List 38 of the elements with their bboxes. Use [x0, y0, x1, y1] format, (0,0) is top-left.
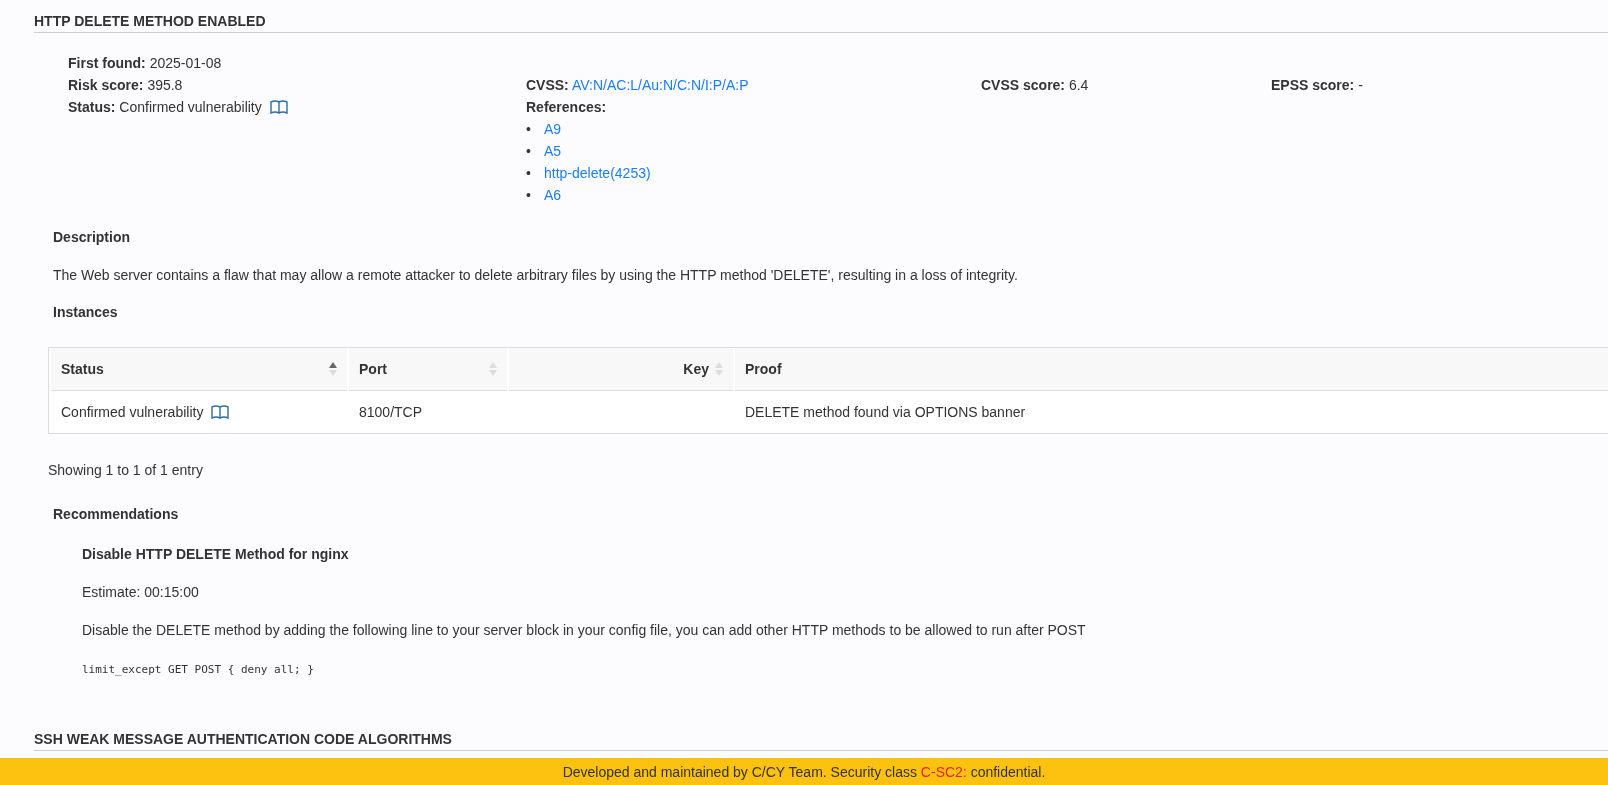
risk-score: Risk score: 395.8 [68, 77, 184, 93]
status-value: Status: Confirmed vulnerability [68, 99, 262, 115]
sort-icon[interactable] [329, 361, 337, 377]
references-label: References: [526, 99, 607, 115]
bullet: • [526, 165, 532, 181]
column-header[interactable]: Port [349, 348, 507, 391]
description-text: The Web server contains a flaw that may allow a remote attacker to delete arbitrary files by using the HTTP method 'DELETE', resulting in a loss of integrity. [52, 267, 1019, 283]
table-cell: Confirmed vulnerability [51, 391, 347, 433]
cvss-vector: CVSS: AV:N/AC:L/Au:N/C:N/I:P/A:P [526, 77, 750, 93]
column-header[interactable]: Key [509, 348, 733, 391]
table-cell-text: DELETE method found via OPTIONS banner [744, 403, 1027, 422]
first-found: First found: 2025-01-08 [68, 55, 223, 71]
table-info: Showing 1 to 1 of 1 entry [48, 462, 203, 478]
bullet: • [526, 121, 532, 137]
description-heading: Description [52, 229, 131, 245]
cvss-score: CVSS score: 6.4 [981, 77, 1090, 93]
section-title: SSH WEAK MESSAGE AUTHENTICATION CODE ALGORITHMS [34, 718, 1608, 751]
bullet: • [526, 143, 532, 159]
cvss-link[interactable]: AV:N/AC:L/Au:N/C:N/I:P/A:P [571, 77, 749, 93]
book-icon[interactable] [269, 100, 288, 114]
epss-score: EPSS score: - [1271, 77, 1364, 93]
bullet: • [526, 187, 532, 203]
estimate: Estimate: 00:15:00 [82, 584, 200, 600]
reference-link[interactable]: http-delete(4253) [544, 165, 651, 181]
recommendation-title: Disable HTTP DELETE Method for nginx [82, 546, 350, 562]
book-icon[interactable] [211, 405, 230, 419]
reference-link[interactable]: A9 [544, 121, 562, 137]
recommendations-heading: Recommendations [52, 506, 180, 522]
instances-heading: Instances [52, 304, 119, 320]
column-header[interactable]: Status [51, 348, 347, 391]
section-title: HTTP DELETE METHOD ENABLED [34, 0, 1608, 33]
column-header[interactable]: Proof [735, 348, 1608, 391]
reference-link[interactable]: A5 [544, 143, 562, 159]
code-snippet: limit_except GET POST { deny all; } [82, 663, 314, 676]
table-cell-text: 8100/TCP [358, 403, 424, 422]
footer-text: Developed and maintained by C/CY Team. Security class C-SC2: confidential. [562, 763, 1046, 780]
recommendation-text: Disable the DELETE method by adding the following line to your server block in your config file, you can add other HTTP methods to be allowed to run after POST [82, 622, 1087, 638]
reference-link[interactable]: A6 [544, 187, 562, 203]
